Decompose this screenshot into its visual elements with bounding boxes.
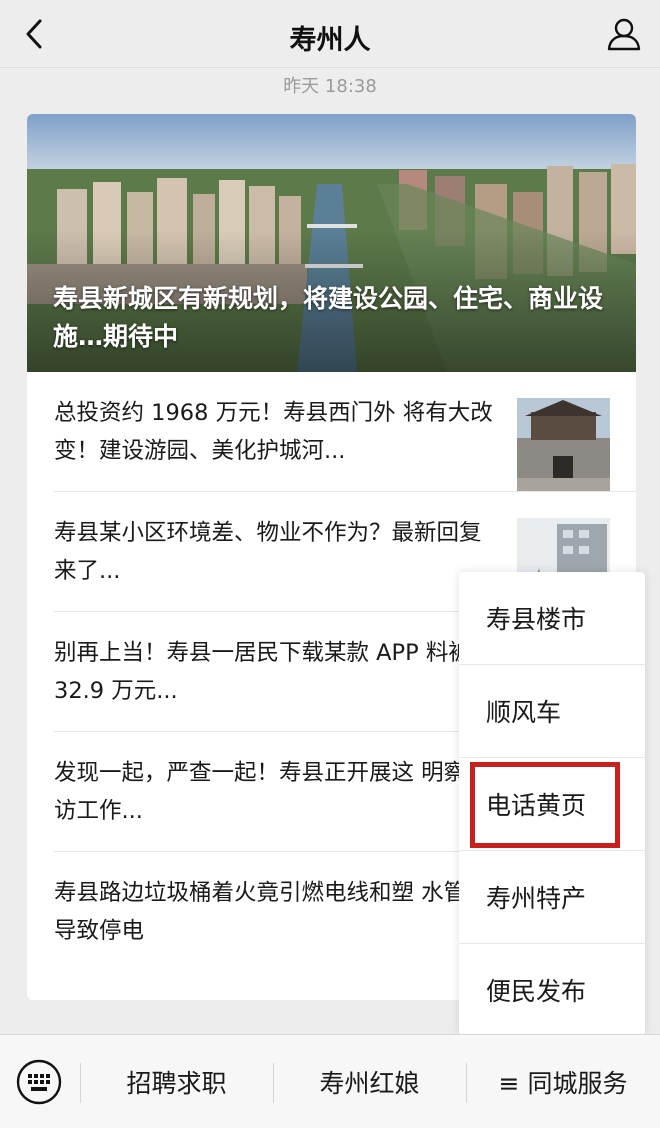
article-title: 寿县路边垃圾桶着火竟引燃电线和塑 水管...导致停电 xyxy=(54,880,488,944)
bottom-menu-bar: 招聘求职 寿州红娘 ≡ 同城服务 xyxy=(0,1034,660,1128)
article-thumbnail xyxy=(517,398,610,491)
menu-item-carpool[interactable]: 顺风车 xyxy=(459,665,645,757)
hero-title: 寿县新城区有新规划，将建设公园、住宅、商业设施…期待中 xyxy=(53,284,604,351)
tab-jobs[interactable]: 招聘求职 xyxy=(80,1035,273,1128)
menu-item-announcements[interactable]: 便民发布 xyxy=(459,944,645,1036)
article-title: 寿县某小区环境差、物业不作为？最新回复来了... xyxy=(54,520,482,584)
tab-city-services[interactable]: ≡ 同城服务 xyxy=(466,1035,660,1128)
article-item[interactable]: 总投资约 1968 万元！寿县西门外 将有大改变！建设游园、美化护城河... xyxy=(27,372,636,492)
tab-matchmaking[interactable]: 寿州红娘 xyxy=(273,1035,466,1128)
message-timestamp: 昨天 18:38 xyxy=(283,76,377,97)
article-title: 别再上当！寿县一居民下载某款 APP 料被骗 32.9 万元... xyxy=(54,640,494,704)
user-icon xyxy=(607,18,641,51)
chat-header: 寿州人 xyxy=(0,0,660,68)
profile-button[interactable] xyxy=(602,12,646,56)
highlight-annotation xyxy=(470,762,620,848)
article-title: 总投资约 1968 万元！寿县西门外 将有大改变！建设游园、美化护城河... xyxy=(54,400,493,464)
keyboard-toggle-button[interactable] xyxy=(14,1057,64,1107)
keyboard-icon xyxy=(16,1059,62,1105)
hero-article[interactable]: 寿县新城区有新规划，将建设公园、住宅、商业设施…期待中 xyxy=(27,114,636,372)
page-title: 寿州人 xyxy=(289,25,371,56)
menu-item-property[interactable]: 寿县楼市 xyxy=(459,572,645,664)
article-title: 发现一起，严查一起！寿县正开展这 明察暗访工作... xyxy=(54,760,489,824)
menu-item-specialties[interactable]: 寿州特产 xyxy=(459,851,645,943)
